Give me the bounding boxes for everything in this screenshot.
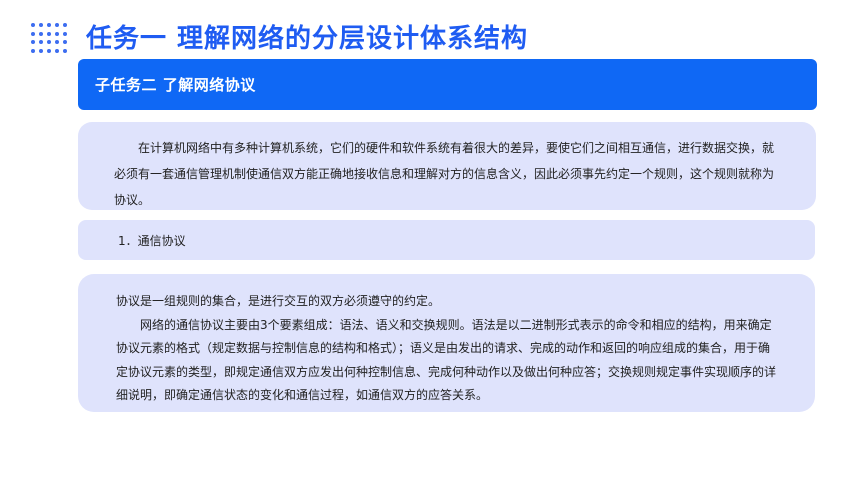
dot xyxy=(47,23,51,27)
dot xyxy=(31,31,35,36)
intro-paragraph: 在计算机网络中有多种计算机系统，它们的硬件和软件系统有着很大的差异，要使它们之间… xyxy=(114,141,775,207)
decorative-dots xyxy=(31,23,71,57)
definition-paragraph: 协议是一组规则的集合，是进行交互的双方必须遵守的约定。 xyxy=(116,294,441,308)
dot xyxy=(47,48,51,53)
dot xyxy=(55,23,59,27)
section-heading: 1．通信协议 xyxy=(118,233,186,248)
dot xyxy=(55,40,59,44)
dot xyxy=(63,40,67,44)
dot xyxy=(31,40,35,44)
dot xyxy=(31,23,35,27)
page-title: 任务一 理解网络的分层设计体系结构 xyxy=(86,24,529,54)
dot xyxy=(55,48,59,53)
dot xyxy=(39,31,43,36)
section-heading-card: 1．通信协议 xyxy=(78,220,815,260)
dot xyxy=(63,31,67,36)
dot xyxy=(63,48,67,53)
subtask-banner: 子任务二 了解网络协议 xyxy=(78,59,817,110)
dot xyxy=(55,31,59,36)
intro-card: 在计算机网络中有多种计算机系统，它们的硬件和软件系统有着很大的差异，要使它们之间… xyxy=(78,122,816,210)
dot xyxy=(39,40,43,44)
dot xyxy=(47,40,51,44)
section-body-card: 协议是一组规则的集合，是进行交互的双方必须遵守的约定。 网络的通信协议主要由3个… xyxy=(78,274,815,412)
dot xyxy=(39,48,43,53)
dot xyxy=(47,31,51,36)
dot xyxy=(39,23,43,27)
detail-paragraph: 网络的通信协议主要由3个要素组成：语法、语义和交换规则。语法是以二进制形式表示的… xyxy=(116,317,777,403)
dot xyxy=(31,48,35,53)
dot xyxy=(63,23,67,27)
subtask-title: 子任务二 了解网络协议 xyxy=(95,76,256,94)
